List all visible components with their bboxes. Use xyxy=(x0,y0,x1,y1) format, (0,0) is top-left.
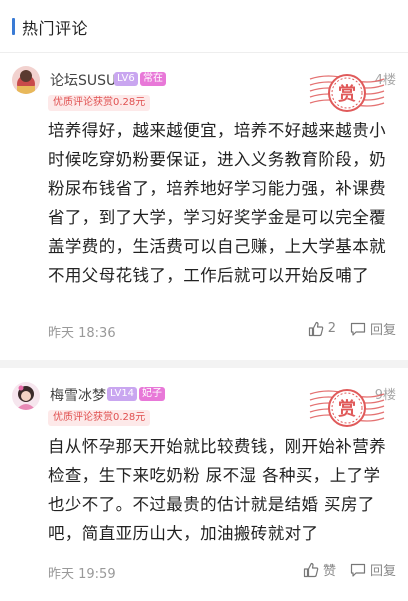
comment-icon xyxy=(350,322,366,336)
comment-separator xyxy=(0,360,408,368)
like-button[interactable]: 赞 xyxy=(303,560,336,579)
thumbs-up-icon xyxy=(308,321,323,336)
reward-badge: 优质评论获赏0.28元 xyxy=(48,410,151,426)
avatar[interactable] xyxy=(12,66,40,94)
comment-icon xyxy=(350,563,366,577)
section-header: 热门评论 xyxy=(0,0,408,53)
comment-time: 昨天 18:36 xyxy=(48,326,116,341)
level-badge: LV6 xyxy=(114,72,138,86)
comment-item[interactable]: 梅雪冰梦 LV14 妃子 9楼 优质评论获赏0.28元 赏 自从怀孕那天开始就比… xyxy=(0,368,408,601)
level-badge: LV14 xyxy=(107,387,138,401)
reply-label: 回复 xyxy=(369,564,396,579)
rank-tag: 常在 xyxy=(140,72,166,86)
comment-item[interactable]: 论坛SUSU LV6 常在 4楼 优质评论获赏0.28元 赏 培养得好，越来越便… xyxy=(0,53,408,360)
comment-body: 培养得好，越来越便宜，培养不好越来越贵小时候吃穿奶粉要保证，进入义务教育阶段，奶… xyxy=(48,121,386,285)
reply-button[interactable]: 回复 xyxy=(350,560,396,579)
username[interactable]: 梅雪冰梦 xyxy=(50,385,106,405)
like-count: 2 xyxy=(327,321,336,336)
section-title: 热门评论 xyxy=(22,19,89,38)
username[interactable]: 论坛SUSU xyxy=(50,70,116,90)
section-accent-bar xyxy=(12,18,15,35)
rank-tag: 妃子 xyxy=(139,387,165,401)
like-label: 赞 xyxy=(322,564,336,579)
reply-label: 回复 xyxy=(369,323,396,338)
comment-time: 昨天 19:59 xyxy=(48,567,116,582)
thumbs-up-icon xyxy=(303,562,319,577)
svg-text:赏: 赏 xyxy=(338,83,356,105)
reward-stamp-icon: 赏 xyxy=(308,378,386,438)
svg-text:赏: 赏 xyxy=(338,398,356,420)
reward-badge: 优质评论获赏0.28元 xyxy=(48,95,151,111)
avatar[interactable] xyxy=(12,382,40,410)
comment-actions: 赞 回复 xyxy=(289,560,396,579)
reply-button[interactable]: 回复 xyxy=(350,319,396,338)
like-button[interactable]: 2 xyxy=(308,321,336,337)
reward-stamp-icon: 赏 xyxy=(308,63,386,123)
comment-body: 自从怀孕那天开始就比较费钱，刚开始补营养 检查，生下来吃奶粉 尿不湿 各种买，上… xyxy=(48,437,386,543)
comment-actions: 2 回复 xyxy=(294,319,396,338)
